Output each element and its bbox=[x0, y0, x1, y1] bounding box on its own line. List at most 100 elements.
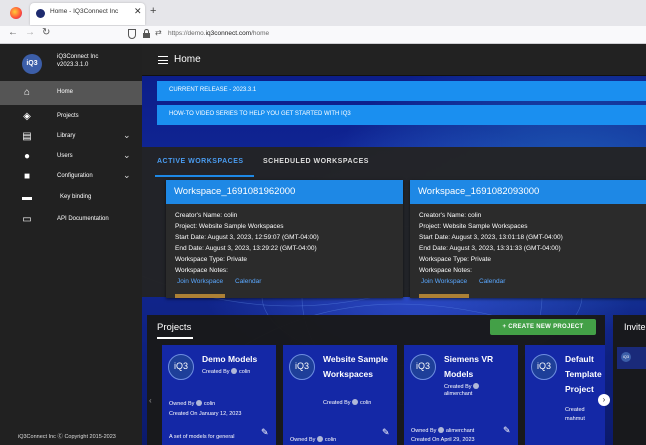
release-banner[interactable]: CURRENT RELEASE - 2023.3.1 bbox=[157, 81, 646, 101]
browser-tab[interactable]: Home - IQ3Connect Inc ✕ bbox=[30, 3, 145, 25]
pin-icon[interactable]: ✎ bbox=[382, 427, 390, 437]
workspace-card-header: Workspace_1691082093000 bbox=[410, 180, 646, 204]
layers-icon: ◈ bbox=[23, 111, 31, 122]
active-tab-indicator bbox=[155, 175, 254, 177]
chevron-right-icon[interactable]: › bbox=[598, 394, 610, 406]
invites-title: Invite bbox=[624, 322, 646, 332]
workspace-creator: Creator's Name: colin bbox=[175, 212, 238, 219]
shield-icon[interactable] bbox=[128, 29, 136, 39]
library-icon: ▤ bbox=[22, 131, 32, 142]
banner-text: CURRENT RELEASE - 2023.3.1 bbox=[169, 87, 257, 93]
sidebar-item-label: API Documentation bbox=[57, 216, 109, 222]
app-logo: iQ3 bbox=[22, 54, 42, 74]
created-by-label: Created By bbox=[323, 400, 351, 406]
sidebar-item-label: Key binding bbox=[60, 194, 92, 200]
sidebar-item-label: Users bbox=[57, 153, 73, 159]
project-owner: Owned By colin bbox=[169, 400, 215, 407]
company-info: iQ3Connect Inc v2023.3.1.0 bbox=[57, 53, 98, 69]
calendar-link[interactable]: Calendar bbox=[235, 278, 261, 285]
pin-icon[interactable]: ✎ bbox=[503, 425, 511, 435]
permissions-icon[interactable]: ⇄ bbox=[155, 28, 162, 37]
calendar-link[interactable]: Calendar bbox=[479, 278, 505, 285]
reload-icon[interactable]: ↻ bbox=[42, 27, 50, 38]
avatar bbox=[316, 436, 323, 442]
workspace-card-header: Workspace_1691081962000 bbox=[166, 180, 403, 204]
menu-icon[interactable] bbox=[158, 56, 168, 64]
url-field[interactable]: https://demo.iq3connect.com/home bbox=[168, 30, 269, 37]
owned-by-label: Owned By bbox=[169, 401, 195, 407]
favicon-icon bbox=[36, 9, 45, 18]
projects-title: Projects bbox=[157, 322, 192, 333]
invite-logo: iQ3 bbox=[621, 352, 631, 362]
app-version: v2023.3.1.0 bbox=[57, 62, 89, 68]
sidebar-item-home[interactable]: ⌂ Home bbox=[0, 81, 142, 105]
workspace-card[interactable]: Workspace_1691081962000 Creator's Name: … bbox=[166, 180, 403, 298]
avatar bbox=[231, 368, 238, 374]
tab-scheduled-workspaces[interactable]: SCHEDULED WORKSPACES bbox=[263, 158, 369, 165]
lock-body bbox=[143, 33, 150, 38]
sidebar-item-label: Library bbox=[57, 133, 76, 139]
avatar bbox=[473, 383, 480, 389]
creator-name: colin bbox=[360, 400, 372, 406]
invite-card[interactable]: iQ3 bbox=[617, 347, 646, 369]
avatar bbox=[352, 399, 359, 405]
address-bar: ← → ↻ ⇄ https://demo.iq3connect.com/home bbox=[0, 26, 646, 44]
projects-title-underline bbox=[157, 337, 193, 339]
project-card[interactable]: iQ3 Website Sample Workspaces Created By… bbox=[283, 345, 397, 445]
video-series-banner[interactable]: HOW-TO VIDEO SERIES TO HELP YOU GET STAR… bbox=[157, 105, 646, 125]
workspace-name: Workspace_1691082093000 bbox=[418, 186, 540, 197]
workspace-start-date: Start Date: August 3, 2023, 12:59:07 (GM… bbox=[175, 234, 319, 241]
back-icon[interactable]: ← bbox=[8, 27, 18, 38]
workspace-type: Workspace Type: Private bbox=[419, 256, 492, 263]
project-logo: iQ3 bbox=[531, 354, 557, 380]
project-name: Demo Models bbox=[202, 354, 258, 364]
project-card[interactable]: iQ3 Siemens VR Models Created By alimerc… bbox=[404, 345, 518, 445]
chevron-left-icon[interactable]: ‹ bbox=[149, 396, 152, 405]
sidebar-item-key-binding[interactable]: ▬ Key binding bbox=[0, 186, 142, 210]
sidebar-item-api-documentation[interactable]: ▭ API Documentation bbox=[0, 208, 142, 232]
owner-name: colin bbox=[203, 401, 216, 407]
chevron-down-icon[interactable]: ⌄ bbox=[123, 130, 131, 141]
created-by-label: Created By bbox=[444, 384, 472, 390]
create-new-project-button[interactable]: + CREATE NEW PROJECT bbox=[490, 319, 596, 335]
firefox-icon bbox=[10, 7, 22, 19]
invites-panel: Invite iQ3 bbox=[613, 315, 646, 445]
chevron-down-icon[interactable]: ⌄ bbox=[123, 170, 131, 181]
project-card[interactable]: iQ3 Default Template Project Created mah… bbox=[525, 345, 605, 445]
project-logo: iQ3 bbox=[168, 354, 194, 380]
join-workspace-link[interactable]: Join Workspace bbox=[421, 278, 467, 285]
project-name: Website Sample Workspaces bbox=[323, 354, 389, 379]
project-name: Default Template Project bbox=[565, 354, 602, 394]
project-created-on: Created On January 12, 2023 bbox=[169, 411, 242, 417]
project-name: Siemens VR Models bbox=[444, 354, 494, 379]
url-path: /home bbox=[251, 30, 270, 37]
new-tab-button[interactable]: + bbox=[150, 5, 156, 17]
projects-panel: Projects + CREATE NEW PROJECT ‹ iQ3 Demo… bbox=[147, 315, 610, 445]
creator-name: colin bbox=[239, 369, 251, 375]
workspace-project: Project: Website Sample Workspaces bbox=[175, 223, 284, 230]
project-owner: Owned By colin bbox=[290, 436, 336, 443]
pin-icon[interactable]: ✎ bbox=[261, 427, 269, 437]
sidebar-item-label: Configuration bbox=[57, 173, 93, 179]
workspace-end-date: End Date: August 3, 2023, 13:31:33 (GMT-… bbox=[419, 245, 561, 252]
project-owner: Owned By alimerchant bbox=[411, 427, 474, 434]
url-prefix: https://demo. bbox=[168, 30, 206, 37]
lock-icon[interactable] bbox=[143, 29, 150, 38]
workspace-card[interactable]: Workspace_1691082093000 Creator's Name: … bbox=[410, 180, 646, 298]
project-card[interactable]: iQ3 Demo Models Created By colin Owned B… bbox=[162, 345, 276, 445]
tab-active-workspaces[interactable]: ACTIVE WORKSPACES bbox=[157, 158, 244, 165]
card-overflow-fade bbox=[419, 294, 469, 298]
owner-name: alimerchant bbox=[445, 428, 475, 434]
workspace-type: Workspace Type: Private bbox=[175, 256, 248, 263]
chevron-down-icon[interactable]: ⌄ bbox=[123, 150, 131, 161]
close-icon[interactable]: ✕ bbox=[134, 6, 142, 17]
company-name: iQ3Connect Inc bbox=[57, 54, 99, 60]
join-workspace-link[interactable]: Join Workspace bbox=[177, 278, 223, 285]
forward-icon[interactable]: → bbox=[25, 27, 35, 38]
workspace-end-date: End Date: August 3, 2023, 13:29:22 (GMT-… bbox=[175, 245, 317, 252]
gamepad-icon: ▬ bbox=[22, 192, 32, 203]
home-icon: ⌂ bbox=[23, 87, 31, 98]
creator-name: mahmut bbox=[565, 416, 585, 422]
page-title: Home bbox=[174, 54, 201, 65]
owner-name: colin bbox=[324, 437, 337, 443]
